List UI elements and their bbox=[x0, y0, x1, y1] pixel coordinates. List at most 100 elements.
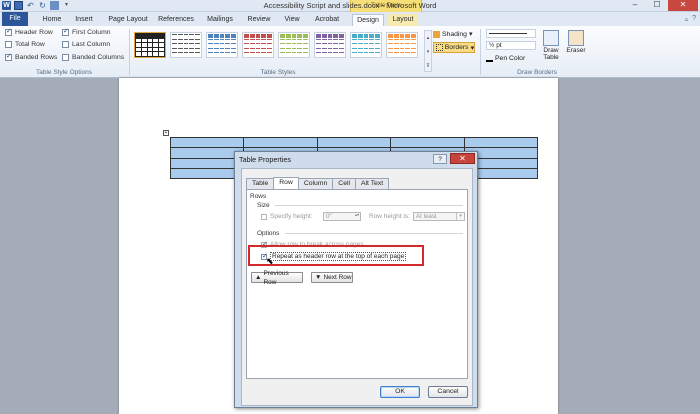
style-preview-cell bbox=[195, 34, 200, 38]
style-preview-cell bbox=[363, 38, 369, 43]
tab-acrobat[interactable]: Acrobat bbox=[310, 14, 344, 26]
row-height-rule-select[interactable]: At least ▾ bbox=[413, 212, 465, 221]
style-preview-cell bbox=[363, 34, 369, 38]
style-preview-cell bbox=[280, 38, 285, 43]
style-preview-cell bbox=[369, 34, 375, 38]
minimize-button[interactable]: – bbox=[624, 0, 646, 11]
style-preview-cell bbox=[189, 34, 195, 38]
style-preview-cell bbox=[140, 33, 148, 39]
style-preview-cell bbox=[172, 47, 177, 52]
draw-table-button[interactable]: Draw Table bbox=[540, 30, 562, 61]
style-preview-cell bbox=[231, 47, 236, 52]
table-style-thumbnail[interactable] bbox=[242, 32, 274, 58]
help-icon[interactable]: ? bbox=[692, 15, 696, 23]
banded-rows-checkbox[interactable] bbox=[5, 52, 12, 61]
style-preview-cell bbox=[140, 51, 148, 57]
banded-rows-option[interactable]: Banded Rows bbox=[5, 52, 58, 61]
tab-table[interactable]: Table bbox=[246, 178, 275, 189]
eraser-button[interactable]: Eraser bbox=[565, 30, 587, 54]
next-row-button[interactable]: ▼ Next Row bbox=[311, 272, 353, 283]
style-preview-cell bbox=[189, 43, 195, 47]
style-preview-cell bbox=[375, 34, 380, 38]
style-preview-cell bbox=[352, 47, 357, 52]
total-row-checkbox[interactable] bbox=[5, 41, 12, 48]
style-preview-cell bbox=[225, 38, 231, 43]
table-style-thumbnail[interactable] bbox=[350, 32, 382, 58]
tab-page-layout[interactable]: Page Layout bbox=[104, 14, 152, 26]
pen-style-select[interactable] bbox=[486, 29, 536, 38]
style-preview-cell bbox=[375, 52, 380, 56]
table-style-preview bbox=[316, 34, 344, 56]
tab-references[interactable]: References bbox=[156, 14, 196, 26]
specify-height-option[interactable]: Specify height: bbox=[261, 213, 313, 220]
pen-weight-select[interactable]: ½ pt bbox=[486, 41, 536, 50]
tab-alt-text[interactable]: Alt Text bbox=[355, 178, 390, 189]
last-column-checkbox[interactable] bbox=[62, 41, 69, 48]
tab-view[interactable]: View bbox=[280, 14, 304, 26]
tab-design[interactable]: Design bbox=[352, 14, 384, 26]
maximize-button[interactable]: ☐ bbox=[646, 0, 668, 11]
style-preview-cell bbox=[291, 34, 297, 38]
dialog-close-button[interactable]: ✕ bbox=[450, 153, 475, 164]
banded-columns-checkbox[interactable] bbox=[62, 54, 69, 61]
style-preview-cell bbox=[327, 47, 333, 52]
style-preview-cell bbox=[225, 43, 231, 47]
table-style-thumbnail[interactable] bbox=[386, 32, 418, 58]
table-style-thumbnail[interactable] bbox=[278, 32, 310, 58]
table-style-thumbnail[interactable] bbox=[314, 32, 346, 58]
borders-button[interactable]: Borders ▾ bbox=[433, 42, 475, 53]
gallery-scroll[interactable]: ▴ ▾ ⊽ bbox=[424, 30, 432, 72]
style-preview-cell bbox=[297, 43, 303, 47]
table-style-preview bbox=[280, 34, 308, 56]
tab-mailings[interactable]: Mailings bbox=[202, 14, 238, 26]
style-preview-cell bbox=[140, 42, 148, 48]
style-preview-cell bbox=[280, 34, 285, 38]
tab-row[interactable]: Row bbox=[273, 177, 299, 189]
total-row-option[interactable]: Total Row bbox=[5, 41, 45, 48]
banded-columns-option[interactable]: Banded Columns bbox=[62, 54, 124, 61]
previous-row-button[interactable]: ▲ Previous Row bbox=[251, 270, 303, 286]
tab-insert[interactable]: Insert bbox=[70, 14, 98, 26]
style-preview-cell bbox=[285, 34, 291, 38]
header-row-label: Header Row bbox=[15, 29, 53, 36]
table-style-thumbnail[interactable] bbox=[206, 32, 238, 58]
specify-height-checkbox[interactable] bbox=[261, 213, 267, 220]
table-styles-group-label: Table Styles bbox=[260, 69, 296, 76]
tab-cell[interactable]: Cell bbox=[332, 178, 356, 189]
tab-home[interactable]: Home bbox=[38, 14, 66, 26]
last-column-option[interactable]: Last Column bbox=[62, 41, 110, 48]
style-preview-cell bbox=[405, 52, 411, 56]
row-height-input[interactable]: 0" bbox=[323, 212, 361, 221]
first-column-option[interactable]: First Column bbox=[62, 27, 111, 36]
pen-color-button[interactable]: Pen Color bbox=[486, 55, 525, 62]
style-preview-cell bbox=[208, 47, 213, 52]
header-row-option[interactable]: Header Row bbox=[5, 27, 53, 36]
tab-layout[interactable]: Layout bbox=[388, 14, 418, 26]
style-preview-cell bbox=[172, 43, 177, 47]
style-preview-cell bbox=[316, 43, 321, 47]
tab-file[interactable]: File bbox=[2, 12, 28, 26]
first-column-checkbox[interactable] bbox=[62, 27, 69, 36]
ok-button[interactable]: OK bbox=[380, 386, 420, 398]
row-height-rule-value: At least bbox=[416, 213, 437, 220]
style-preview-cell bbox=[177, 34, 183, 38]
ribbon-right-controls: ▵ ? bbox=[685, 15, 696, 23]
style-preview-cell bbox=[411, 52, 416, 56]
banded-rows-label: Banded Rows bbox=[15, 54, 58, 61]
style-preview-cell bbox=[225, 47, 231, 52]
close-window-button[interactable]: ✕ bbox=[668, 0, 698, 11]
style-preview-cell bbox=[244, 47, 249, 52]
minimize-ribbon-icon[interactable]: ▵ bbox=[685, 15, 689, 23]
tab-review[interactable]: Review bbox=[244, 14, 274, 26]
dialog-help-button[interactable]: ? bbox=[433, 154, 447, 164]
header-row-checkbox[interactable] bbox=[5, 27, 12, 36]
tab-column[interactable]: Column bbox=[297, 178, 334, 189]
cancel-button[interactable]: Cancel bbox=[428, 386, 468, 398]
style-preview-cell bbox=[339, 34, 344, 38]
table-style-thumbnail[interactable] bbox=[134, 32, 166, 58]
shading-label: Shading bbox=[442, 30, 467, 38]
table-move-handle-icon[interactable]: + bbox=[163, 130, 169, 136]
style-preview-cell bbox=[303, 52, 308, 56]
table-style-thumbnail[interactable] bbox=[170, 32, 202, 58]
shading-button[interactable]: Shading ▾ bbox=[433, 30, 472, 38]
